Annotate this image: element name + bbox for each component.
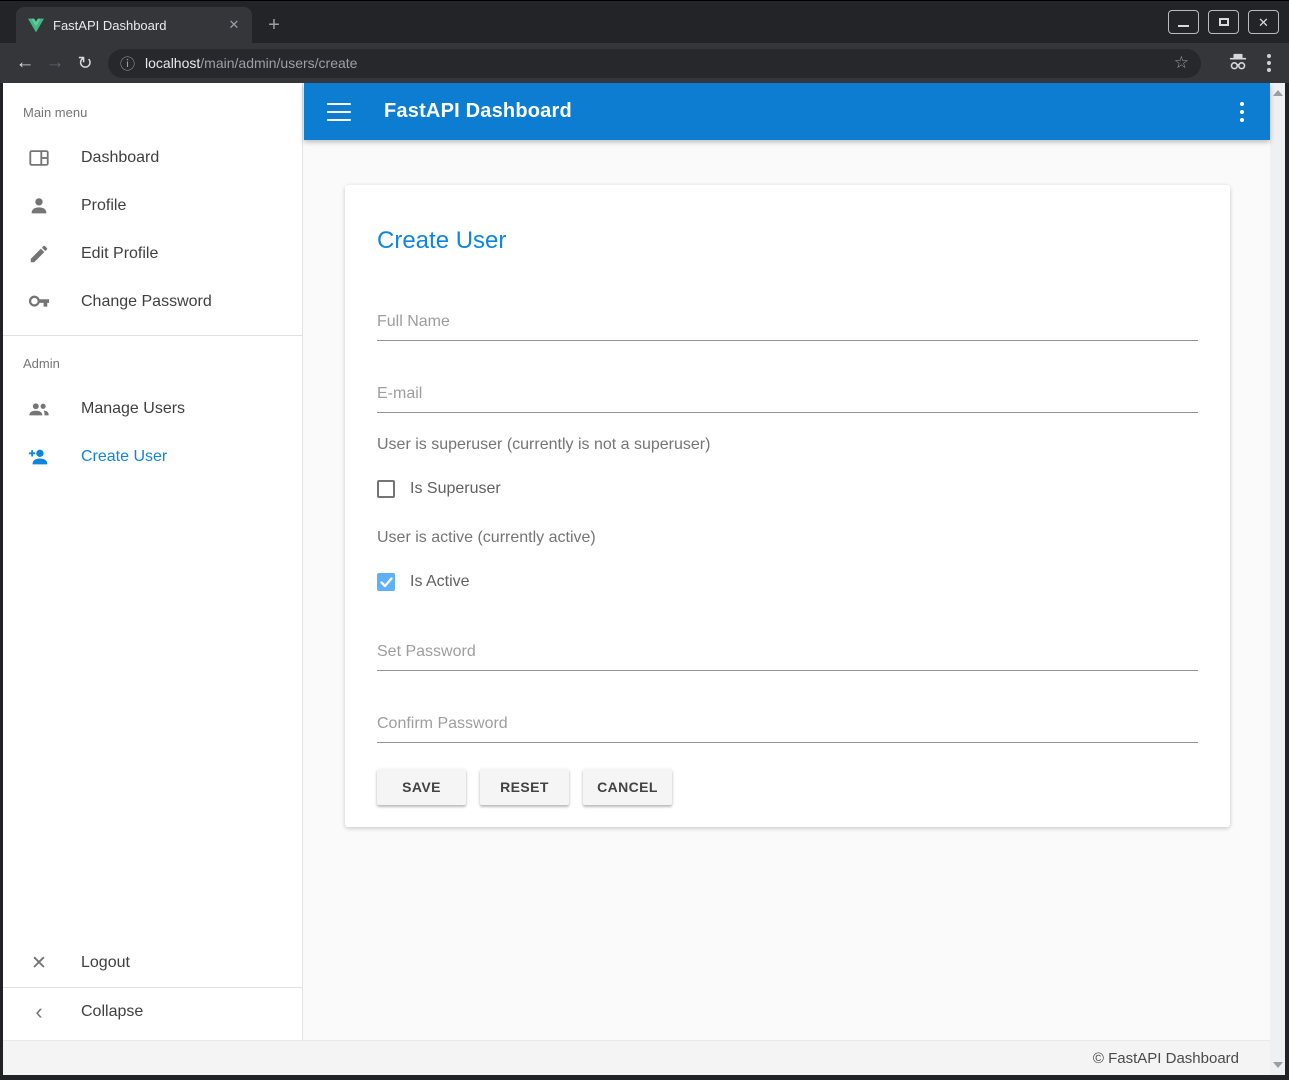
main-content: Create User User is superuser (currently… [304,140,1270,1040]
window-maximize-button[interactable] [1208,10,1239,34]
sidebar-item-label: Profile [81,197,126,215]
tab-close-icon[interactable]: ✕ [224,15,244,35]
sidebar-item-logout[interactable]: ✕ Logout [3,939,302,987]
browser-window: FastAPI Dashboard ✕ + ✕ ← → ↻ ⓘ localhos… [0,0,1289,1080]
sidebar-bottom: ✕ Logout ‹ Collapse [3,939,302,1036]
sidebar-item-label: Create User [81,448,167,466]
save-button[interactable]: SAVE [377,769,466,805]
hamburger-menu-icon[interactable] [327,103,351,121]
app-title: FastAPI Dashboard [384,100,572,123]
sidebar-item-collapse[interactable]: ‹ Collapse [3,988,302,1036]
sidebar-item-label: Manage Users [81,400,185,418]
form-actions: SAVE RESET CANCEL [377,769,1198,805]
edit-icon [27,242,51,266]
sidebar-section-main-menu: Main menu [3,83,302,134]
url-path: /main/admin/users/create [200,55,357,71]
scroll-down-arrow-icon[interactable] [1273,1062,1283,1068]
page-info-icon[interactable]: ⓘ [120,53,135,74]
app-bar: FastAPI Dashboard [304,83,1270,140]
browser-menu-button[interactable] [1267,54,1271,72]
sidebar-item-manage-users[interactable]: Manage Users [3,385,302,433]
sidebar-item-label: Change Password [81,293,212,311]
sidebar-item-label: Logout [81,954,130,972]
minimize-icon [1178,25,1189,27]
checkbox-label: Is Superuser [410,480,501,498]
tab-strip: FastAPI Dashboard ✕ + ✕ [0,1,1289,43]
superuser-hint: User is superuser (currently is not a su… [377,436,1198,454]
page-title: Create User [377,185,1198,255]
window-close-button[interactable]: ✕ [1248,10,1279,34]
close-icon: ✕ [1258,16,1269,29]
sidebar-item-dashboard[interactable]: Dashboard [3,134,302,182]
sidebar-item-label: Collapse [81,1003,143,1021]
sidebar-section-admin: Admin [3,336,302,385]
scroll-up-arrow-icon[interactable] [1273,90,1283,96]
browser-tab[interactable]: FastAPI Dashboard ✕ [16,7,252,43]
address-bar[interactable]: ⓘ localhost/main/admin/users/create ☆ [108,49,1201,78]
vertical-scrollbar[interactable] [1270,83,1285,1075]
sidebar: Main menu Dashboard [3,83,303,1040]
checkbox-label: Is Active [410,573,470,591]
checkbox-checked-icon [377,573,395,591]
bookmark-star-icon[interactable]: ☆ [1174,53,1189,73]
create-user-card: Create User User is superuser (currently… [345,185,1230,827]
cancel-button[interactable]: CANCEL [583,769,672,805]
incognito-icon[interactable] [1225,50,1251,76]
footer: © FastAPI Dashboard [3,1040,1270,1075]
sidebar-item-label: Dashboard [81,149,159,167]
confirm-password-input[interactable] [377,715,1198,743]
page-content: FastAPI Dashboard Main menu Dashboard [3,83,1285,1075]
vue-logo-icon [28,18,44,33]
is-active-checkbox[interactable]: Is Active [377,573,1198,591]
sidebar-item-profile[interactable]: Profile [3,182,302,230]
reload-button[interactable]: ↻ [70,48,100,78]
url-host: localhost [145,55,200,71]
sidebar-item-edit-profile[interactable]: Edit Profile [3,230,302,278]
reset-button[interactable]: RESET [480,769,569,805]
back-button[interactable]: ← [10,48,40,78]
forward-button[interactable]: → [40,48,70,78]
full-name-input[interactable] [377,313,1198,341]
browser-toolbar: ← → ↻ ⓘ localhost/main/admin/users/creat… [0,43,1289,83]
tab-title: FastAPI Dashboard [53,18,224,33]
person-add-icon [27,445,51,469]
window-minimize-button[interactable] [1168,10,1199,34]
logout-x-icon: ✕ [27,951,51,975]
person-icon [27,194,51,218]
email-input[interactable] [377,385,1198,413]
active-hint: User is active (currently active) [377,529,1198,547]
dashboard-icon [27,146,51,170]
chevron-left-icon: ‹ [27,1000,51,1024]
sidebar-item-change-password[interactable]: Change Password [3,278,302,326]
url-text: localhost/main/admin/users/create [145,55,1166,71]
sidebar-item-create-user[interactable]: Create User [3,433,302,481]
set-password-input[interactable] [377,643,1198,671]
footer-copyright: © FastAPI Dashboard [1093,1050,1239,1067]
key-icon [27,290,51,314]
maximize-icon [1219,18,1229,26]
checkbox-unchecked-icon [377,480,395,498]
new-tab-button[interactable]: + [262,13,286,37]
app-menu-button[interactable] [1240,102,1244,122]
sidebar-item-label: Edit Profile [81,245,158,263]
people-icon [27,397,51,421]
is-superuser-checkbox[interactable]: Is Superuser [377,480,1198,498]
